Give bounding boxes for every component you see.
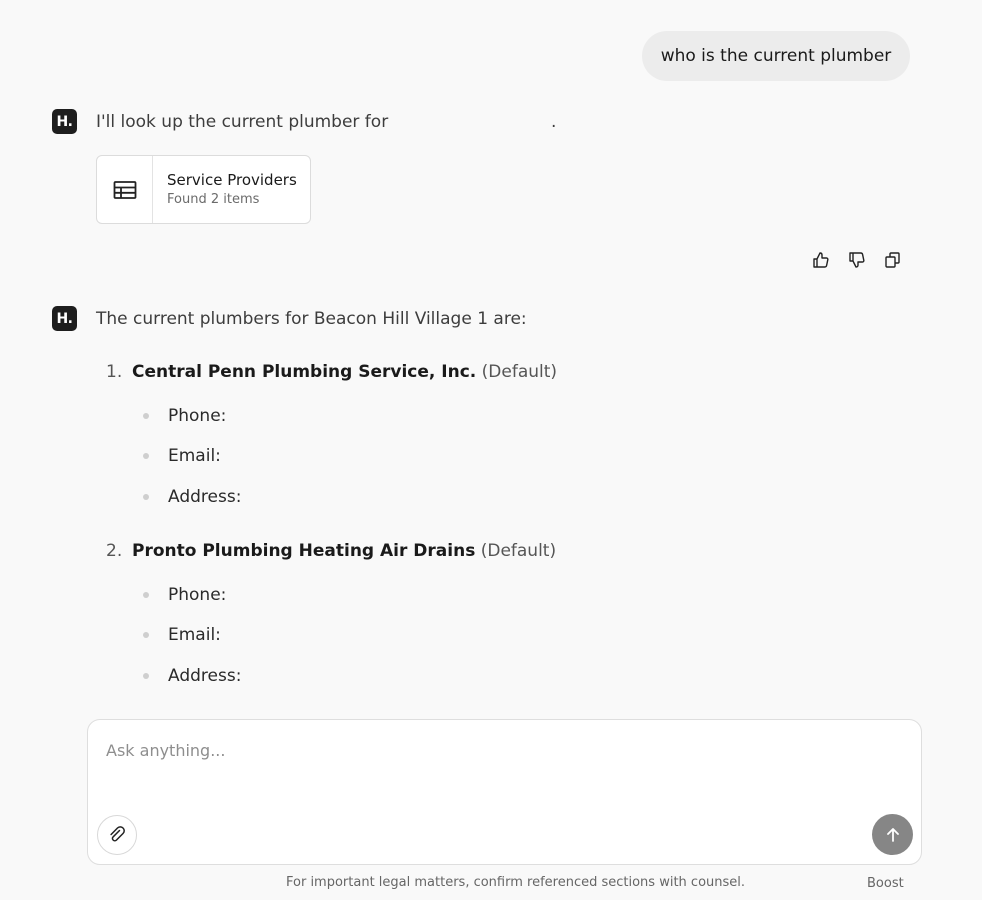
provider-number: 2.: [106, 541, 123, 561]
message-composer: [87, 719, 922, 865]
bullet-dot: [143, 413, 149, 419]
provider-field: Email:: [143, 446, 221, 466]
provider-field-label: Phone:: [168, 406, 227, 426]
tool-result-card[interactable]: Service Providers Found 2 items: [96, 155, 311, 224]
thumbs-up-icon: [813, 252, 829, 268]
chat-input[interactable]: [106, 738, 896, 762]
bullet-dot: [143, 673, 149, 679]
bullet-dot: [143, 494, 149, 500]
provider-tag: (Default): [480, 541, 557, 561]
paperclip-icon: [110, 826, 125, 842]
copy-icon: [885, 252, 900, 268]
attach-button[interactable]: [97, 815, 137, 855]
assistant-avatar-label: H.: [56, 310, 73, 327]
provider-tag: (Default): [481, 362, 558, 382]
provider-field: Address:: [143, 487, 241, 507]
provider-field-label: Email:: [168, 625, 221, 645]
provider-field-label: Email:: [168, 446, 221, 466]
tool-card-body: Service Providers Found 2 items: [153, 156, 297, 223]
provider-field: Address:: [143, 666, 241, 686]
provider-list-item: 2. Pronto Plumbing Heating Air Drains (De…: [106, 541, 556, 561]
thumbs-down-icon: [849, 252, 865, 268]
assistant-avatar: H.: [52, 306, 77, 331]
tool-card-title: Service Providers: [167, 171, 297, 189]
bullet-dot: [143, 632, 149, 638]
thumbs-up-button[interactable]: [811, 250, 831, 270]
table-icon: [97, 156, 153, 223]
assistant-message-1-trailing: .: [551, 112, 557, 132]
provider-field: Phone:: [143, 585, 226, 605]
assistant-message-1: I'll look up the current plumber for: [96, 112, 389, 132]
provider-field-label: Phone:: [168, 585, 227, 605]
bullet-dot: [143, 453, 149, 459]
arrow-up-icon: [886, 827, 899, 842]
tool-card-subtitle: Found 2 items: [167, 192, 260, 207]
provider-field: Email:: [143, 625, 221, 645]
boost-link[interactable]: Boost: [867, 876, 904, 891]
provider-field-label: Address:: [168, 487, 242, 507]
provider-field: Phone:: [143, 406, 226, 426]
provider-name: Central Penn Plumbing Service, Inc.: [132, 362, 477, 382]
send-button[interactable]: [872, 814, 913, 855]
assistant-avatar: H.: [52, 109, 77, 134]
thumbs-down-button[interactable]: [847, 250, 867, 270]
assistant-message-2: The current plumbers for Beacon Hill Vil…: [96, 309, 527, 329]
disclaimer-text: For important legal matters, confirm ref…: [286, 875, 746, 890]
copy-button[interactable]: [883, 250, 903, 270]
assistant-avatar-label: H.: [56, 113, 73, 130]
user-message-text: who is the current plumber: [660, 46, 892, 66]
provider-number: 1.: [106, 362, 123, 382]
provider-field-label: Address:: [168, 666, 242, 686]
bullet-dot: [143, 592, 149, 598]
provider-name: Pronto Plumbing Heating Air Drains: [132, 541, 476, 561]
user-message-bubble: who is the current plumber: [642, 31, 910, 81]
chat-page: who is the current plumber H. I'll look …: [0, 0, 982, 900]
provider-list-item: 1. Central Penn Plumbing Service, Inc. (D…: [106, 362, 557, 382]
